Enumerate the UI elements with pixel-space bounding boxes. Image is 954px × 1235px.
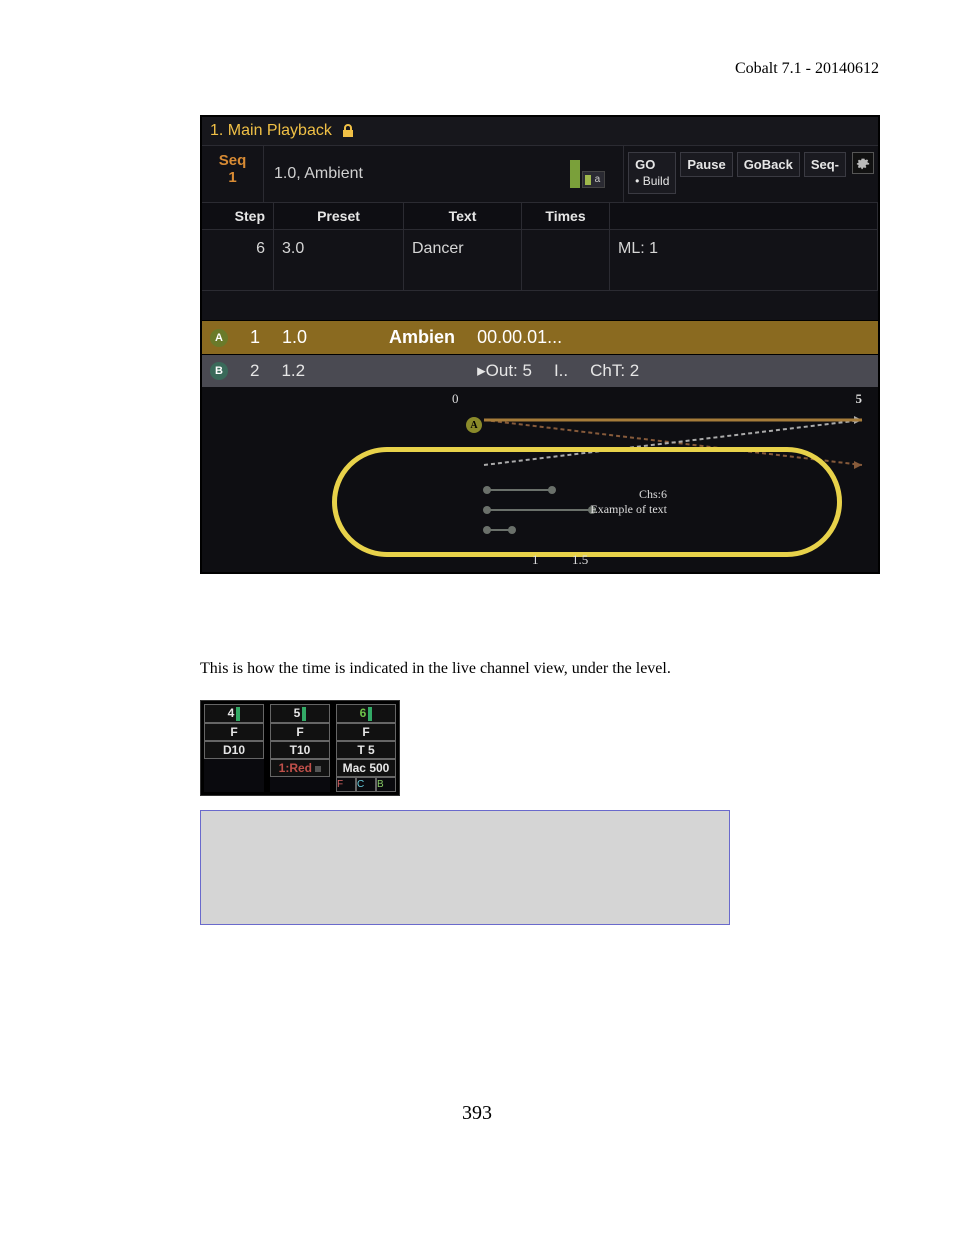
- channel-view: 4 F D10 5 F T10 1:Red 6 F T 5 Mac 500 F …: [200, 700, 400, 796]
- columns-header: Step Preset Text Times: [202, 202, 878, 230]
- ch-num: 4: [204, 704, 264, 723]
- seq-info-text: 1.0, Ambient: [274, 165, 363, 183]
- b-preset: 1.2: [281, 361, 305, 381]
- ch-fcb: F C B: [336, 777, 396, 792]
- example-text: Example of text: [547, 502, 667, 517]
- cell-ml: ML: 1: [610, 230, 878, 290]
- pause-button[interactable]: Pause: [680, 152, 732, 177]
- ch-val: F: [204, 723, 264, 741]
- col-step: Step: [202, 203, 274, 229]
- timeline-badge-a: A: [466, 417, 482, 433]
- seq-box[interactable]: Seq 1: [202, 146, 264, 202]
- badge-a: A: [210, 329, 228, 347]
- chip-label: a: [593, 174, 603, 185]
- seq-minus-button[interactable]: Seq-: [804, 152, 846, 177]
- panel-title: 1. Main Playback: [210, 122, 332, 140]
- go-button[interactable]: GO • Build: [628, 152, 676, 194]
- level-indicator: a: [570, 160, 606, 188]
- ch-time: T10: [270, 741, 330, 759]
- col-text: Text: [404, 203, 522, 229]
- b-out: ▸Out: 5: [477, 361, 532, 381]
- cell-step: 6: [202, 230, 274, 290]
- b-in: I..: [554, 361, 568, 381]
- seq-number: 1: [202, 169, 263, 186]
- main-playback-panel: 1. Main Playback Seq 1 1.0, Ambient a GO…: [200, 115, 880, 574]
- ch-delay: D10: [204, 741, 264, 759]
- a-text: Ambien: [389, 327, 455, 348]
- playback-controls: GO • Build Pause GoBack Seq-: [623, 146, 878, 202]
- page-number: 393: [0, 1102, 954, 1125]
- cell-text: Dancer: [404, 230, 522, 290]
- col-times: Times: [522, 203, 610, 229]
- chs-text: Chs:6: [547, 487, 667, 502]
- seq-info: 1.0, Ambient a: [264, 146, 623, 202]
- active-row-a[interactable]: A 1 1.0 Ambien 00.00.01...: [202, 320, 878, 355]
- ch-val: F: [270, 723, 330, 741]
- ch-red: 1:Red: [270, 759, 330, 777]
- gear-icon[interactable]: [852, 152, 874, 174]
- col-preset: Preset: [274, 203, 404, 229]
- a-num: 1: [250, 327, 260, 348]
- panel-title-bar: 1. Main Playback: [202, 117, 878, 145]
- b-cht: ChT: 2: [590, 361, 639, 381]
- page-header: Cobalt 7.1 - 20140612: [735, 60, 879, 78]
- ch-time: T 5: [336, 741, 396, 759]
- badge-b: B: [210, 362, 228, 380]
- table-row[interactable]: 6 3.0 Dancer ML: 1: [202, 230, 878, 290]
- ch-num: 5: [270, 704, 330, 723]
- channel-4: 4 F D10: [204, 704, 264, 792]
- channel-5: 5 F T10 1:Red: [270, 704, 330, 792]
- timeline-labels: Chs:6 Example of text: [547, 487, 667, 517]
- ch-num: 6: [336, 704, 396, 723]
- tick-0: 0: [452, 391, 459, 407]
- b-num: 2: [250, 361, 259, 381]
- note-box: [200, 810, 730, 925]
- a-preset: 1.0: [282, 327, 307, 348]
- goback-button[interactable]: GoBack: [737, 152, 800, 177]
- sequence-row: Seq 1 1.0, Ambient a GO • Build Pause Go…: [202, 145, 878, 202]
- caption-text: This is how the time is indicated in the…: [200, 660, 880, 678]
- tick-1-5: 1.5: [572, 552, 588, 568]
- tick-5: 5: [856, 391, 863, 407]
- cell-preset: 3.0: [274, 230, 404, 290]
- a-time: 00.00.01...: [477, 327, 562, 348]
- channel-6: 6 F T 5 Mac 500 F C B: [336, 704, 396, 792]
- tick-1: 1: [532, 552, 539, 568]
- ch-val: F: [336, 723, 396, 741]
- active-row-b[interactable]: B 2 1.2 ▸Out: 5 I.. ChT: 2: [202, 355, 878, 387]
- seq-label: Seq: [202, 152, 263, 169]
- ch-mac: Mac 500: [336, 759, 396, 777]
- timeline: 0 5 A Chs:6 Example of text 1 1.5: [202, 387, 878, 572]
- lock-icon: [340, 123, 356, 139]
